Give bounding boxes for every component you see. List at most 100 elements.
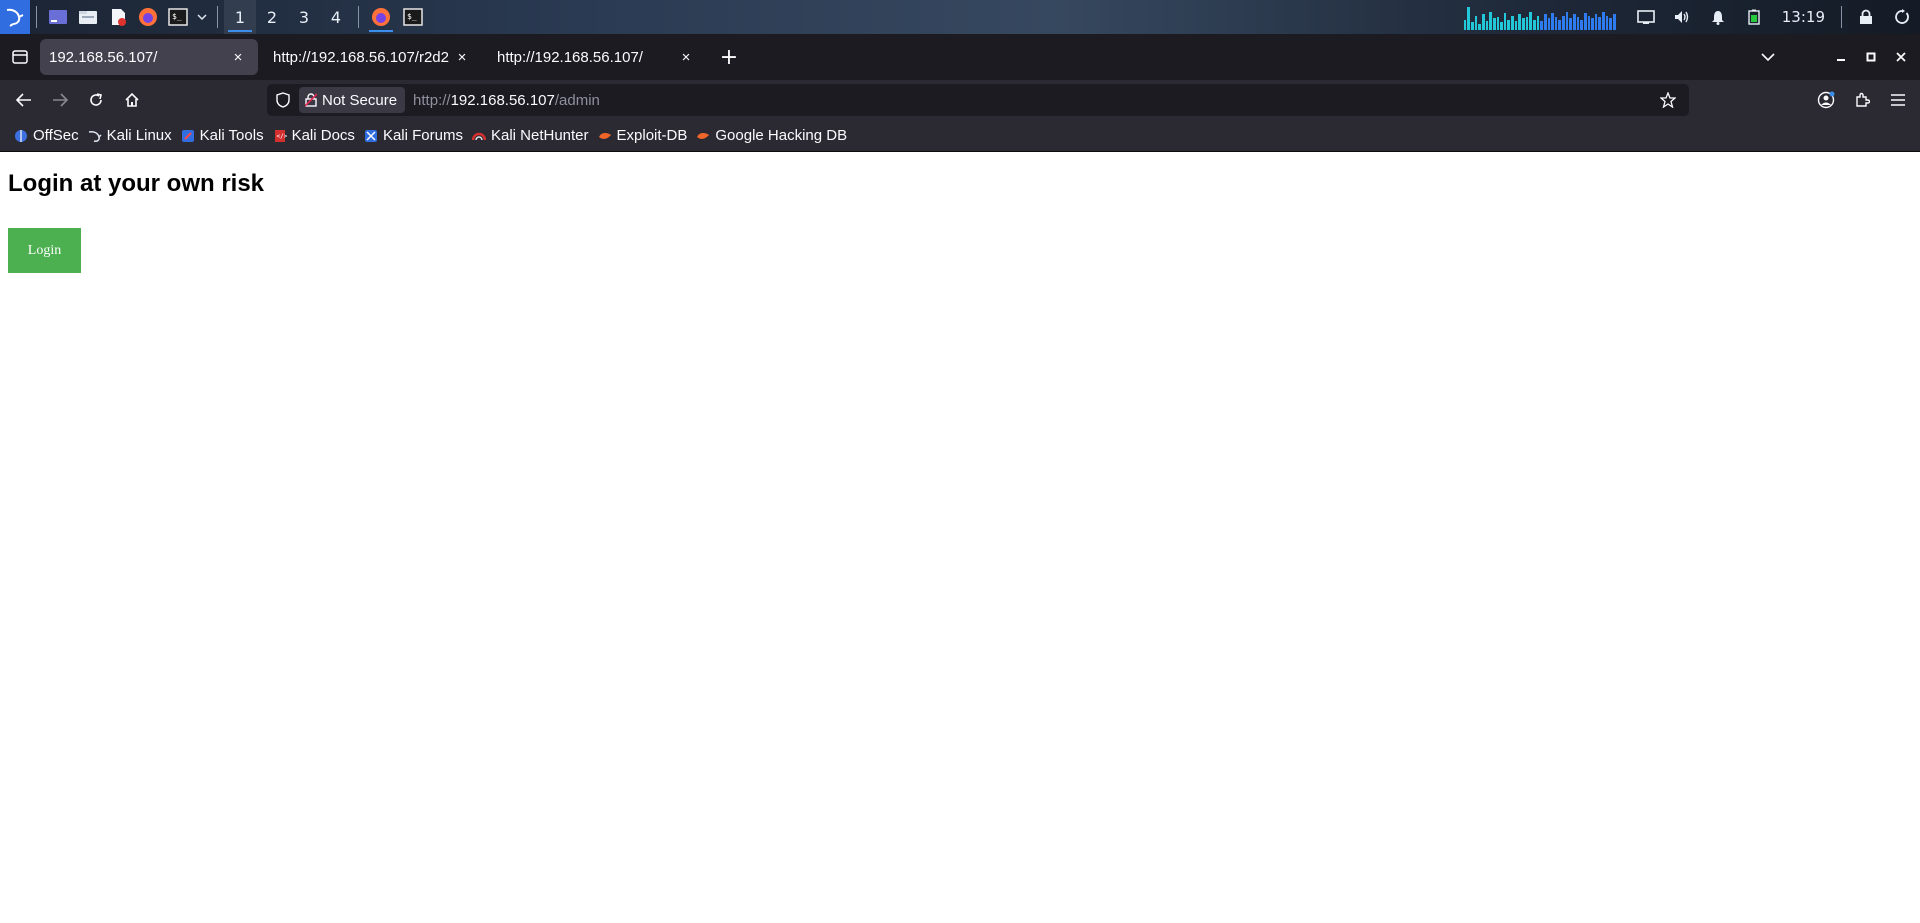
bookmark-google-hacking-db[interactable]: Google Hacking DB xyxy=(692,123,852,149)
bookmark-label: Kali Docs xyxy=(291,127,355,144)
tab-title: http://192.168.56.107/ xyxy=(497,48,643,66)
new-tab-button[interactable]: + xyxy=(712,40,746,74)
cpu-graph-bar xyxy=(1511,15,1514,30)
cpu-graph-bar xyxy=(1532,19,1536,30)
bell-icon[interactable] xyxy=(1700,0,1736,34)
url-bar[interactable]: Not Secure http://192.168.56.107/admin xyxy=(267,84,1689,116)
minimize-icon[interactable] xyxy=(1826,34,1856,80)
login-button[interactable]: Login xyxy=(8,228,81,273)
terminal-taskbar-icon[interactable]: $_ xyxy=(397,0,429,34)
list-all-tabs-icon[interactable] xyxy=(1748,34,1788,80)
tab-title: 192.168.56.107/ xyxy=(49,48,158,66)
cpu-graph-bar xyxy=(1562,15,1565,30)
firefox-view-icon[interactable] xyxy=(0,34,40,80)
bookmark-label: Kali Tools xyxy=(199,127,264,144)
firefox-icon[interactable] xyxy=(133,0,163,34)
workspace-4[interactable]: 4 xyxy=(320,0,352,34)
reload-icon[interactable] xyxy=(78,84,114,116)
site-security-button[interactable]: Not Secure xyxy=(299,87,406,113)
cpu-graph-bar xyxy=(1471,22,1474,30)
home-icon[interactable] xyxy=(114,84,150,116)
tab-close-icon[interactable]: × xyxy=(676,47,696,67)
tab-2[interactable]: http://192.168.56.107/r2d2 × xyxy=(264,39,482,75)
cpu-graph-bar xyxy=(1503,13,1507,30)
cpu-graph-bar xyxy=(1576,17,1580,30)
bookmarks-toolbar: OffSec Kali Linux Kali Tools </> Kali Do… xyxy=(0,120,1920,152)
file-manager-icon[interactable] xyxy=(73,0,103,34)
cpu-graph-bar xyxy=(1525,17,1529,30)
toolbar-right xyxy=(1808,80,1920,120)
bookmark-label: Kali Forums xyxy=(382,127,463,144)
nethunter-icon xyxy=(471,128,487,144)
bookmark-kali-tools[interactable]: Kali Tools xyxy=(177,123,269,149)
exploit-db-icon xyxy=(597,128,613,144)
battery-icon[interactable] xyxy=(1736,0,1772,34)
browser-tab-strip: 192.168.56.107/ × http://192.168.56.107/… xyxy=(0,34,1920,80)
extensions-icon[interactable] xyxy=(1844,84,1880,116)
navigation-toolbar: Not Secure http://192.168.56.107/admin xyxy=(0,80,1920,120)
bookmark-star-icon[interactable] xyxy=(1653,84,1683,116)
cpu-graph-bar xyxy=(1613,14,1616,30)
taskbar-separator xyxy=(36,6,37,28)
bookmark-kali-nethunter[interactable]: Kali NetHunter xyxy=(468,123,594,149)
maximize-icon[interactable] xyxy=(1856,34,1886,80)
chevron-down-icon[interactable] xyxy=(193,0,211,34)
cpu-graph-bar xyxy=(1496,17,1500,30)
cpu-graph-bar xyxy=(1547,18,1551,30)
bookmark-kali-forums[interactable]: Kali Forums xyxy=(360,123,468,149)
menu-icon[interactable] xyxy=(1880,84,1916,116)
bookmark-exploit-db[interactable]: Exploit-DB xyxy=(594,123,693,149)
back-icon[interactable] xyxy=(6,84,42,116)
tracking-protection-icon[interactable] xyxy=(267,92,299,108)
bookmark-offsec[interactable]: OffSec xyxy=(10,123,84,149)
window-controls xyxy=(1748,34,1920,80)
tab-1[interactable]: 192.168.56.107/ × xyxy=(40,39,258,75)
cpu-graph-bar xyxy=(1554,17,1558,30)
taskbar-separator xyxy=(358,6,359,28)
volume-icon[interactable] xyxy=(1664,0,1700,34)
cpu-graph-bar xyxy=(1492,18,1496,30)
workspace-2[interactable]: 2 xyxy=(256,0,288,34)
cpu-graph-bar xyxy=(1609,18,1613,30)
display-icon[interactable] xyxy=(1628,0,1664,34)
workspace-1[interactable]: 1 xyxy=(224,0,256,34)
workspace-3[interactable]: 3 xyxy=(288,0,320,34)
tab-close-icon[interactable]: × xyxy=(228,47,248,67)
os-taskbar: $_ 1 2 3 4 $_ 13:19 xyxy=(0,0,1920,34)
tab-3[interactable]: http://192.168.56.107/ × xyxy=(488,39,706,75)
cpu-graph-bar xyxy=(1485,20,1489,30)
forward-icon[interactable] xyxy=(42,84,78,116)
tab-close-icon[interactable]: × xyxy=(452,47,472,67)
cpu-graph-bar xyxy=(1463,19,1467,30)
offsec-icon xyxy=(13,128,29,144)
cpu-graph-bar xyxy=(1587,15,1591,30)
cpu-graph-bar xyxy=(1605,15,1609,30)
cpu-graph-bar xyxy=(1540,20,1543,30)
cpu-graph-bar xyxy=(1594,14,1598,30)
cpu-graph-bar xyxy=(1518,14,1522,30)
power-icon[interactable] xyxy=(1884,0,1920,34)
clock[interactable]: 13:19 xyxy=(1772,0,1835,34)
account-icon[interactable] xyxy=(1808,84,1844,116)
kali-menu-icon[interactable] xyxy=(0,0,30,34)
page-content: Login at your own risk Login xyxy=(0,152,1920,923)
cpu-graph-bar xyxy=(1467,6,1471,30)
cpu-graph-bar xyxy=(1580,19,1583,30)
firefox-taskbar-icon[interactable] xyxy=(365,0,397,34)
bookmark-kali-docs[interactable]: </> Kali Docs xyxy=(269,123,360,149)
ghdb-icon xyxy=(695,128,711,144)
terminal-icon[interactable]: $_ xyxy=(163,0,193,34)
bookmark-kali-linux[interactable]: Kali Linux xyxy=(84,123,177,149)
lock-icon[interactable] xyxy=(1848,0,1884,34)
cpu-graph-bar xyxy=(1569,18,1572,30)
cpu-graph-bar xyxy=(1481,14,1485,30)
kali-tools-icon xyxy=(180,128,196,144)
close-window-icon[interactable] xyxy=(1886,34,1916,80)
text-editor-icon[interactable] xyxy=(103,0,133,34)
cpu-graph-bar xyxy=(1572,14,1576,30)
cpu-graph-bar xyxy=(1551,13,1554,30)
bookmark-label: Kali Linux xyxy=(106,127,172,144)
url-text[interactable]: http://192.168.56.107/admin xyxy=(413,92,600,109)
cpu-graph-bar xyxy=(1507,19,1511,30)
desktop-icon[interactable] xyxy=(43,0,73,34)
